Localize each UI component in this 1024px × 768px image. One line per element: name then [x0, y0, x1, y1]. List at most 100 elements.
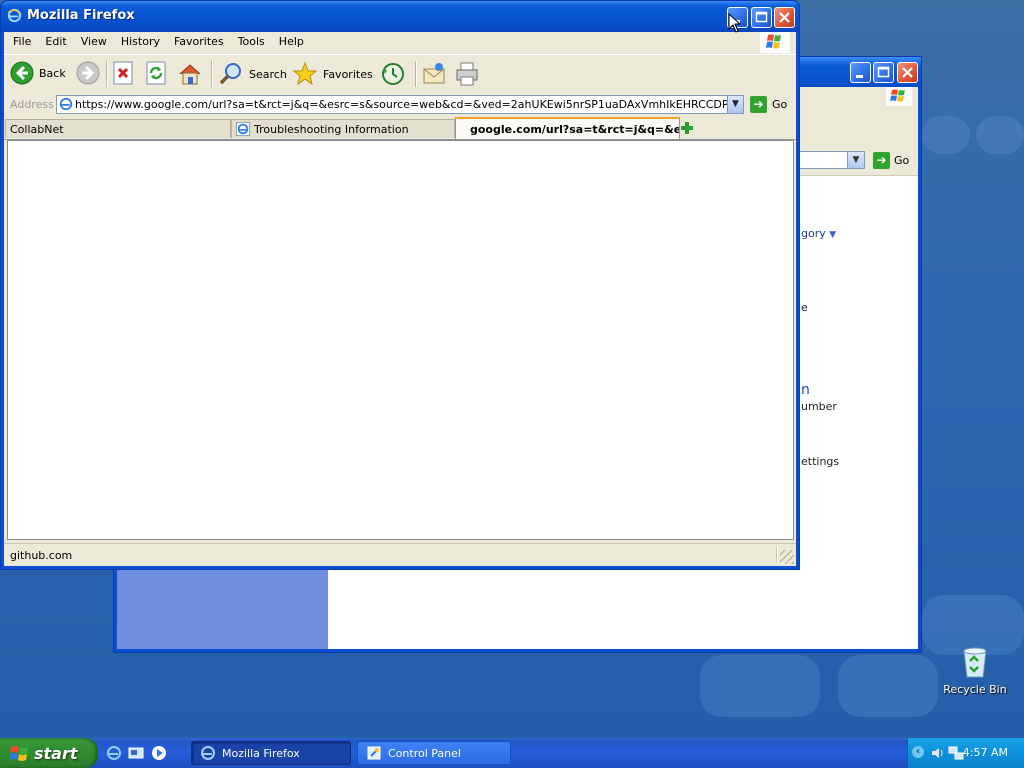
firefox-titlebar[interactable]: Mozilla Firefox: [1, 1, 799, 32]
status-text: github.com: [10, 549, 73, 562]
go-label: Go: [894, 154, 910, 167]
menu-edit[interactable]: Edit: [38, 32, 73, 52]
go-button[interactable]: ➔ Go: [750, 96, 787, 113]
clock[interactable]: 4:57 AM: [963, 746, 1008, 759]
forward-arrow-icon: [76, 61, 100, 85]
status-bar: github.com: [4, 543, 796, 566]
stop-button[interactable]: [112, 61, 134, 85]
tab-label: google.com/url?sa=t&rct=j&q=&esrc=s&sour…: [470, 122, 679, 136]
network-icon[interactable]: [948, 745, 964, 761]
star-icon: [292, 61, 318, 86]
go-label: Go: [772, 98, 788, 111]
toolbar-separator: [211, 61, 213, 87]
go-arrow-icon: ➔: [873, 152, 890, 169]
printer-icon: [456, 62, 478, 86]
menu-file[interactable]: File: [4, 32, 38, 52]
page-icon: [59, 97, 73, 111]
home-icon: [179, 64, 201, 85]
menu-view[interactable]: View: [74, 32, 114, 52]
menu-help[interactable]: Help: [272, 32, 311, 52]
close-icon: [779, 12, 790, 23]
window-title: Mozilla Firefox: [27, 8, 135, 23]
windows-logo-icon: [760, 32, 790, 53]
task-label: Mozilla Firefox: [222, 746, 300, 760]
tab-google-redirect[interactable]: google.com/url?sa=t&rct=j&q=&esrc=s&sour…: [455, 117, 680, 139]
desktop-decoration: [838, 655, 938, 717]
minimize-button[interactable]: [850, 62, 871, 83]
close-icon: [902, 67, 913, 78]
history-icon: [382, 63, 404, 85]
address-field[interactable]: ▼: [56, 95, 744, 114]
stop-icon: [113, 61, 133, 85]
media-player-icon[interactable]: [151, 745, 167, 761]
tab-collabnet[interactable]: CollabNet: [5, 119, 231, 138]
start-label: start: [34, 743, 78, 763]
show-hidden-icons-chevron-icon[interactable]: ‹: [912, 746, 924, 758]
chevron-down-icon[interactable]: ▼: [847, 152, 864, 168]
menu-history[interactable]: History: [114, 32, 167, 52]
back-label: Back: [39, 66, 66, 80]
firefox-body: File Edit View History Favorites Tools H…: [4, 32, 796, 566]
task-label: Control Panel: [388, 746, 461, 760]
chevron-down-icon: ▼: [829, 230, 837, 240]
minimize-icon: [856, 75, 863, 78]
desktop-decoration: [976, 116, 1024, 154]
status-divider: [776, 547, 778, 563]
ie-quicklaunch-icon[interactable]: [106, 745, 122, 761]
recycle-bin[interactable]: Recycle Bin: [942, 645, 1008, 696]
category-link-fragment[interactable]: gory ▼: [801, 227, 836, 240]
toolbar-separator: [106, 61, 108, 87]
address-bar: Address ▼ ➔ Go: [4, 93, 796, 118]
menubar: File Edit View History Favorites Tools H…: [4, 32, 796, 53]
navigation-toolbar: Back Search Favorites: [4, 54, 796, 94]
settings-link-fragment[interactable]: ettings: [801, 455, 839, 468]
refresh-icon: [146, 61, 166, 85]
search-button[interactable]: Search: [218, 61, 287, 87]
show-desktop-icon[interactable]: [128, 745, 144, 761]
chevron-down-icon: ▼: [732, 99, 739, 109]
system-tray: ‹ 4:57 AM: [907, 738, 1024, 768]
back-button[interactable]: Back: [10, 61, 66, 85]
windows-logo-icon: [886, 87, 912, 106]
print-button[interactable]: [454, 61, 480, 87]
resize-grip-icon[interactable]: [780, 550, 794, 564]
speaker-icon[interactable]: [930, 745, 946, 761]
search-label: Search: [249, 67, 287, 81]
mail-button[interactable]: [421, 61, 447, 87]
url-input[interactable]: [75, 96, 727, 113]
menu-favorites[interactable]: Favorites: [167, 32, 231, 52]
refresh-button[interactable]: [145, 61, 167, 85]
address-label: Address: [10, 98, 54, 111]
history-button[interactable]: [380, 61, 406, 87]
go-arrow-icon: ➔: [750, 96, 767, 113]
desktop-decoration: [700, 655, 820, 717]
recycle-bin-icon: [963, 647, 987, 678]
tab-troubleshooting[interactable]: Troubleshooting Information: [231, 119, 455, 138]
taskbar-control-panel-button[interactable]: Control Panel: [357, 741, 511, 765]
ie-logo-icon: [7, 8, 22, 23]
tab-strip: CollabNet Troubleshooting Information go…: [4, 117, 796, 140]
ie-logo-icon: [201, 746, 215, 760]
address-dropdown-button[interactable]: ▼: [727, 96, 743, 113]
maximize-button[interactable]: [873, 62, 894, 83]
windows-flag-icon: [10, 746, 28, 761]
close-button[interactable]: [897, 62, 918, 83]
favorites-button[interactable]: Favorites: [292, 61, 373, 87]
forward-button[interactable]: [76, 61, 100, 85]
tab-label: Troubleshooting Information: [254, 122, 409, 136]
menu-tools[interactable]: Tools: [231, 32, 272, 52]
recycle-bin-label: Recycle Bin: [943, 683, 1007, 696]
start-button[interactable]: start: [0, 738, 98, 768]
desktop-decoration: [922, 116, 970, 154]
page-content-area[interactable]: [7, 140, 794, 540]
new-tab-plus-icon[interactable]: [680, 121, 694, 135]
close-button[interactable]: [774, 7, 795, 28]
taskbar-firefox-button[interactable]: Mozilla Firefox: [191, 741, 351, 765]
firefox-window: Mozilla Firefox File Edit View History F…: [0, 0, 800, 570]
home-button[interactable]: [177, 61, 203, 87]
maximize-button[interactable]: [751, 7, 772, 28]
taskbar: start Mozilla Firefox Control Panel ‹ 4:…: [0, 738, 1024, 768]
favorites-label: Favorites: [323, 67, 373, 81]
control-panel-go-button[interactable]: ➔ Go: [873, 152, 909, 169]
number-link-fragment[interactable]: umber: [801, 400, 837, 413]
